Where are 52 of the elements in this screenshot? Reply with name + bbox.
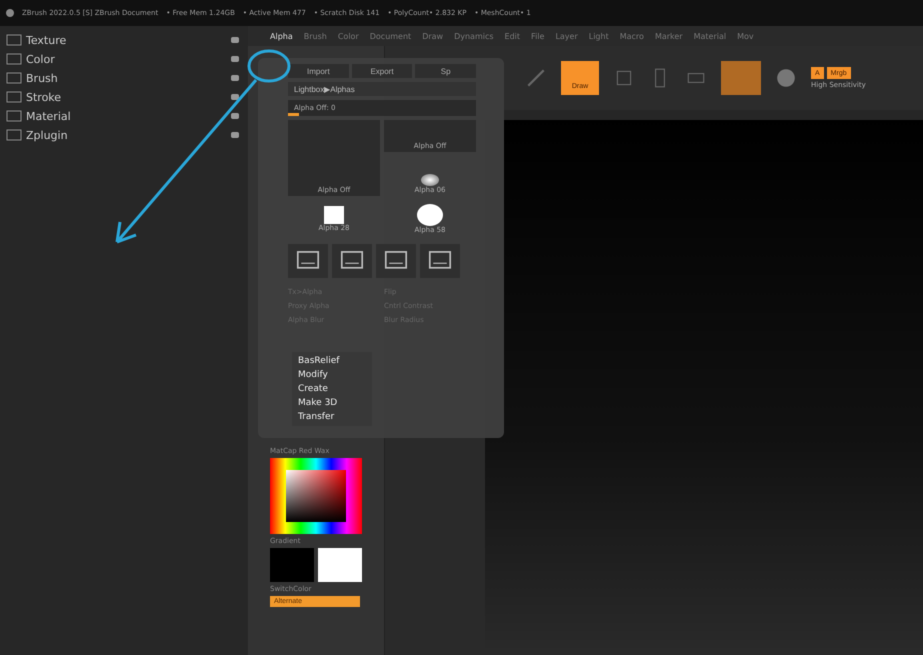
popup-button[interactable]: Export (352, 64, 412, 78)
color-picker[interactable] (270, 458, 362, 534)
pin-icon[interactable] (230, 93, 240, 101)
menu-item[interactable]: Make 3D (298, 398, 366, 408)
alpha-tool-icon[interactable] (288, 244, 328, 278)
color-swatch[interactable] (270, 548, 314, 582)
alpha-tool-icon[interactable] (332, 244, 372, 278)
menu-item[interactable]: Brush (304, 32, 327, 40)
pin-icon[interactable] (230, 74, 240, 82)
menu-item[interactable]: Modify (298, 370, 366, 380)
palette-icon (6, 53, 22, 65)
sphere-icon[interactable] (775, 67, 797, 89)
highlight-circle (247, 49, 291, 83)
pin-icon[interactable] (230, 36, 240, 44)
popup-button[interactable]: Sp (415, 64, 476, 78)
palette-icon (6, 110, 22, 122)
color-swatch[interactable] (318, 548, 362, 582)
menu-item[interactable]: Edit (504, 32, 520, 40)
lightbox-button[interactable]: Lightbox▶Alphas (288, 82, 476, 96)
menu-item[interactable]: Mov (737, 32, 754, 40)
menu-item[interactable]: Layer (555, 32, 578, 40)
palette-item[interactable]: Stroke (26, 90, 226, 104)
menu-item[interactable]: BasRelief (298, 356, 366, 366)
alpha-tool-icon[interactable] (420, 244, 460, 278)
menu-item[interactable]: Transfer (298, 412, 366, 422)
popup-button[interactable]: Import (288, 64, 349, 78)
pin-icon[interactable] (230, 55, 240, 63)
palette-item[interactable]: Color (26, 52, 226, 66)
palette-icon (6, 72, 22, 84)
pin-icon[interactable] (230, 112, 240, 120)
palette-item[interactable]: Material (26, 110, 226, 122)
menu-item[interactable]: Alpha (270, 32, 293, 40)
pin-icon[interactable] (230, 131, 240, 139)
palette-item[interactable]: Brush (26, 72, 226, 84)
menu-item[interactable]: Dynamics (454, 32, 494, 40)
menu-item[interactable]: Document (370, 32, 412, 40)
menu-item[interactable]: File (531, 32, 544, 40)
menu-item[interactable]: Macro (620, 32, 644, 40)
palette-icon (6, 91, 22, 103)
palette-item[interactable]: Texture (26, 34, 226, 46)
edit-icon[interactable] (525, 67, 547, 89)
menu-item[interactable]: Color (338, 32, 359, 40)
square-toggle-icon[interactable] (721, 61, 761, 95)
menu-item[interactable]: Light (588, 32, 609, 40)
palette-icon (6, 34, 22, 46)
menu-item[interactable]: Marker (654, 32, 683, 40)
menu-item[interactable]: Material (694, 32, 726, 40)
palette-icon (6, 129, 22, 141)
palette-item[interactable]: Zplugin (26, 128, 226, 142)
alpha-tool-icon[interactable] (376, 244, 416, 278)
menu-item[interactable]: Create (298, 384, 366, 394)
menu-item[interactable]: Draw (422, 32, 444, 40)
